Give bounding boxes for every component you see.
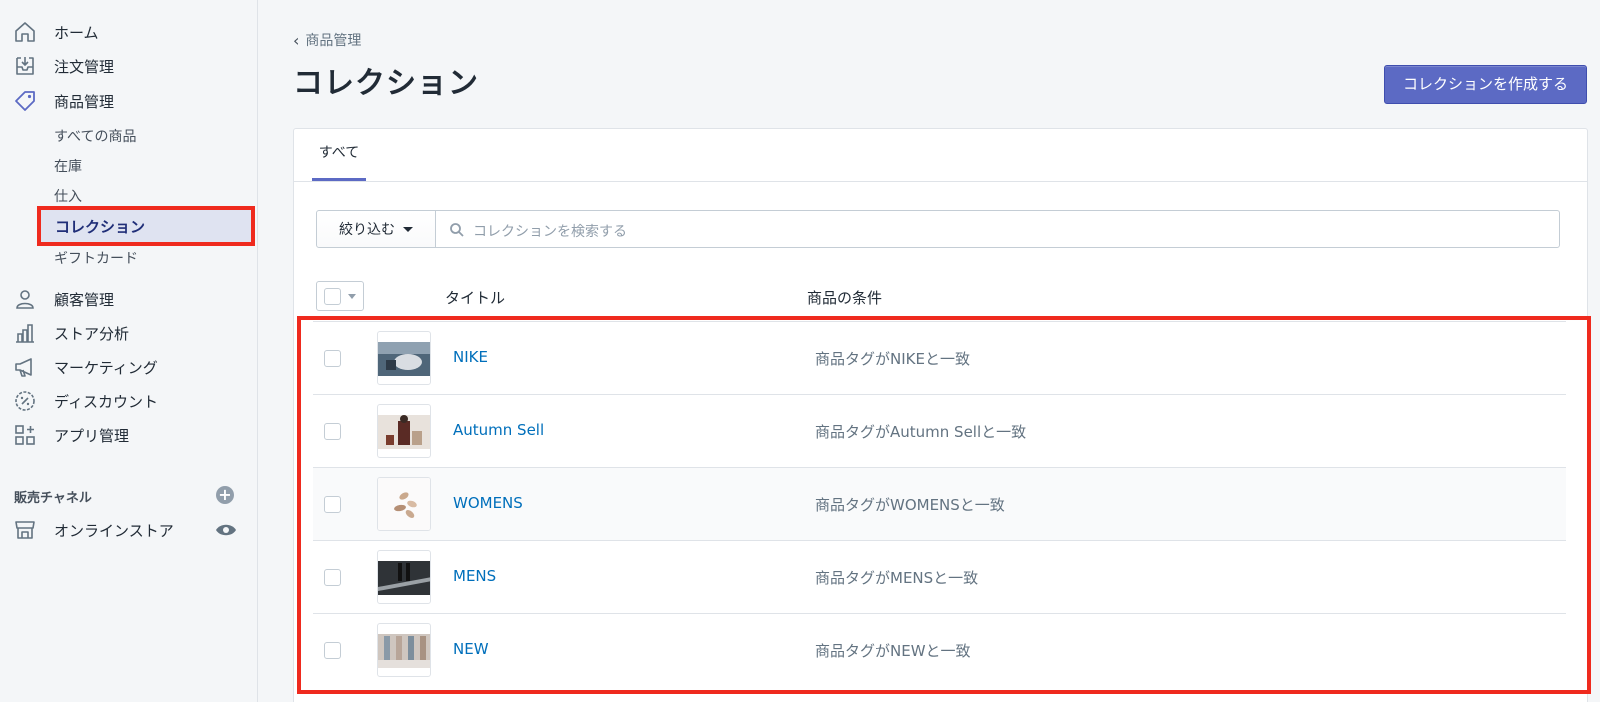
apps-icon — [13, 423, 37, 447]
filter-label: 絞り込む — [339, 222, 395, 238]
collection-title-link[interactable]: WOMENS — [453, 494, 523, 512]
collection-thumbnail — [377, 623, 431, 677]
page-title: コレクション — [293, 66, 479, 101]
sub-item-purchase[interactable]: 仕入 — [54, 186, 82, 206]
nav-label: ストア分析 — [54, 324, 130, 343]
table-row[interactable]: WOMENS 商品タグがWOMENSと一致 — [313, 467, 1566, 540]
collection-condition: 商品タグがNIKEと一致 — [815, 350, 970, 368]
column-header-title[interactable]: タイトル — [445, 287, 505, 308]
collection-title-link[interactable]: NIKE — [453, 348, 488, 366]
collection-title-link[interactable]: MENS — [453, 567, 496, 585]
tag-icon — [13, 89, 37, 113]
nav-item-orders[interactable]: 注文管理 — [0, 49, 258, 83]
collection-thumbnail — [377, 404, 431, 458]
column-header-conditions[interactable]: 商品の条件 — [807, 287, 882, 308]
table-row[interactable]: Autumn Sell 商品タグがAutumn Sellと一致 — [313, 394, 1566, 467]
nav-label: ホーム — [54, 23, 99, 42]
row-checkbox[interactable] — [324, 569, 341, 586]
nav-item-marketing[interactable]: マーケティング — [0, 350, 258, 384]
create-collection-button[interactable]: コレクションを作成する — [1384, 65, 1587, 104]
breadcrumb[interactable]: ‹ 商品管理 — [293, 30, 361, 50]
sub-item-inventory[interactable]: 在庫 — [54, 156, 82, 176]
orders-icon — [13, 54, 37, 78]
search-icon — [449, 222, 465, 238]
nav-item-analytics[interactable]: ストア分析 — [0, 316, 258, 350]
collection-thumbnail — [377, 331, 431, 385]
caret-down-icon — [403, 226, 413, 232]
nav-item-discounts[interactable]: ディスカウント — [0, 384, 258, 418]
nav-item-home[interactable]: ホーム — [0, 15, 258, 49]
filter-button[interactable]: 絞り込む — [316, 210, 436, 248]
collection-title-link[interactable]: NEW — [453, 640, 489, 658]
breadcrumb-label: 商品管理 — [305, 33, 362, 49]
nav-label: 顧客管理 — [54, 290, 115, 309]
nav-label: オンラインストア — [54, 521, 174, 540]
row-checkbox[interactable] — [324, 350, 341, 367]
store-icon — [13, 518, 37, 542]
collection-title-link[interactable]: Autumn Sell — [453, 421, 544, 439]
table-row[interactable]: NIKE 商品タグがNIKEと一致 — [313, 321, 1566, 394]
chevron-left-icon: ‹ — [293, 30, 300, 50]
search-placeholder: コレクションを検索する — [473, 224, 627, 240]
nav-label: 注文管理 — [54, 57, 115, 76]
collection-condition: 商品タグがNEWと一致 — [815, 642, 971, 660]
add-channel-button[interactable]: + — [216, 486, 234, 504]
home-icon — [13, 20, 37, 44]
nav-item-apps[interactable]: アプリ管理 — [0, 418, 258, 452]
eye-icon[interactable] — [215, 521, 237, 539]
collection-condition: 商品タグがMENSと一致 — [815, 569, 979, 587]
nav-label: アプリ管理 — [54, 426, 130, 445]
divider — [294, 181, 1587, 182]
collection-thumbnail — [377, 477, 431, 531]
nav-item-products[interactable]: 商品管理 — [0, 84, 258, 118]
nav-label: ディスカウント — [54, 392, 158, 411]
search-input[interactable]: コレクションを検索する — [435, 210, 1560, 248]
sub-item-gift-cards[interactable]: ギフトカード — [54, 248, 138, 268]
row-checkbox[interactable] — [324, 496, 341, 513]
nav-label: マーケティング — [54, 358, 158, 377]
collection-thumbnail — [377, 550, 431, 604]
caret-down-icon — [348, 294, 356, 299]
sub-item-all-products[interactable]: すべての商品 — [54, 126, 136, 146]
table-row[interactable]: NEW 商品タグがNEWと一致 — [313, 613, 1566, 686]
checkbox — [324, 288, 341, 305]
table-row[interactable]: MENS 商品タグがMENSと一致 — [313, 540, 1566, 613]
nav-label: 商品管理 — [54, 92, 115, 111]
row-checkbox[interactable] — [324, 423, 341, 440]
row-checkbox[interactable] — [324, 642, 341, 659]
collection-condition: 商品タグがAutumn Sellと一致 — [815, 423, 1027, 441]
bar-chart-icon — [13, 321, 37, 345]
nav-item-customers[interactable]: 顧客管理 — [0, 282, 258, 316]
sub-item-collections[interactable]: コレクション — [37, 206, 255, 246]
discount-icon — [13, 389, 37, 413]
select-all-checkbox[interactable] — [316, 281, 364, 311]
collection-condition: 商品タグがWOMENSと一致 — [815, 496, 1005, 514]
megaphone-icon — [13, 355, 37, 379]
sales-channels-title: 販売チャネル — [14, 491, 92, 506]
person-icon — [13, 287, 37, 311]
sidebar: ホーム 注文管理 商品管理 すべての商品 在庫 仕入 コレクション ギフトカード… — [0, 0, 258, 702]
sub-item-label: コレクション — [55, 218, 146, 236]
tab-all[interactable]: すべて — [312, 129, 366, 181]
